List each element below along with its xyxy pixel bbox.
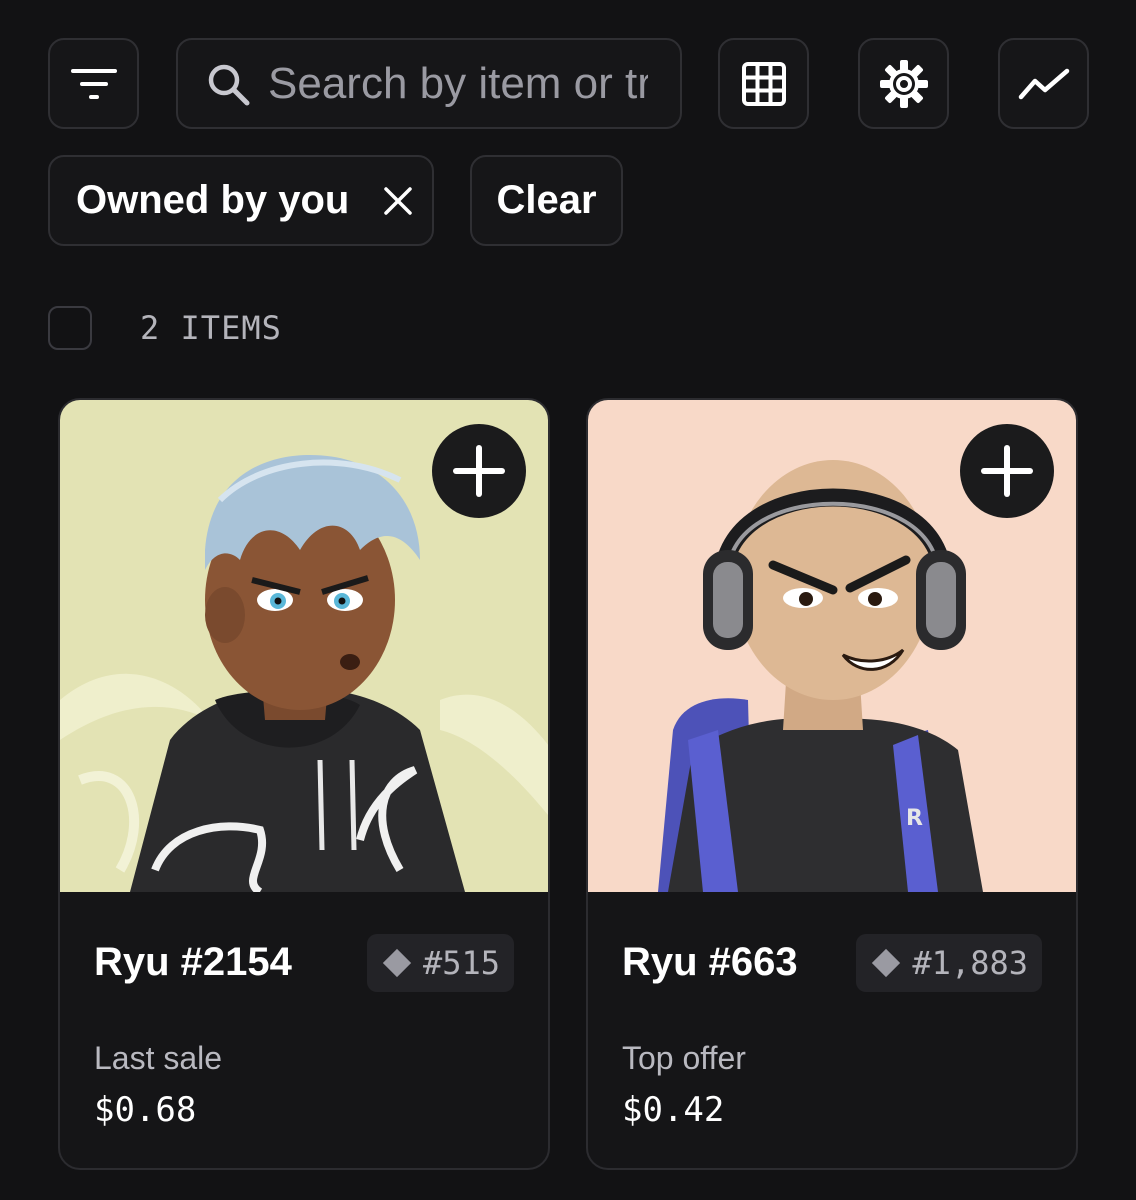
items-count: 2 ITEMS xyxy=(140,309,282,347)
nft-name: Ryu #663 xyxy=(622,940,798,984)
diamond-icon xyxy=(382,948,412,978)
nft-card[interactable]: R Ryu #663 #1,883 Top offer $0.42 xyxy=(586,398,1078,1170)
gear-icon xyxy=(879,59,929,109)
plus-icon xyxy=(452,444,506,498)
svg-text:R: R xyxy=(906,806,923,831)
diamond-icon xyxy=(872,948,901,978)
price-value: $0.68 xyxy=(94,1090,197,1130)
price-value: $0.42 xyxy=(622,1090,725,1130)
filter-chip-label: Owned by you xyxy=(76,178,350,222)
search-icon xyxy=(206,62,250,106)
search-input[interactable]: Search by item or trait xyxy=(176,38,682,129)
add-to-cart-button[interactable] xyxy=(960,424,1054,518)
rarity-rank: #515 xyxy=(422,944,500,982)
close-icon[interactable] xyxy=(383,186,413,216)
plus-icon xyxy=(980,444,1034,498)
grid-view-button[interactable] xyxy=(718,38,809,129)
filter-button[interactable] xyxy=(48,38,139,129)
filter-chip-owned-by-you[interactable]: Owned by you xyxy=(48,155,434,246)
price-chart-button[interactable] xyxy=(998,38,1089,129)
rarity-rank: #1,883 xyxy=(912,944,1028,982)
price-label: Top offer xyxy=(622,1040,746,1076)
rarity-rank-badge: #1,883 xyxy=(856,934,1042,992)
add-to-cart-button[interactable] xyxy=(432,424,526,518)
filter-icon xyxy=(70,67,117,101)
rarity-rank-badge: #515 xyxy=(366,934,514,992)
nft-card[interactable]: Ryu #2154 #515 Last sale $0.68 xyxy=(58,398,550,1170)
nft-name: Ryu #2154 xyxy=(94,940,292,984)
trend-chart-icon xyxy=(1018,68,1070,100)
select-all-checkbox[interactable] xyxy=(48,306,92,350)
clear-filters-button[interactable]: Clear xyxy=(470,155,623,246)
settings-button[interactable] xyxy=(858,38,949,129)
search-placeholder: Search by item or trait xyxy=(268,58,648,108)
price-label: Last sale xyxy=(94,1040,223,1076)
grid-view-icon xyxy=(741,61,786,106)
